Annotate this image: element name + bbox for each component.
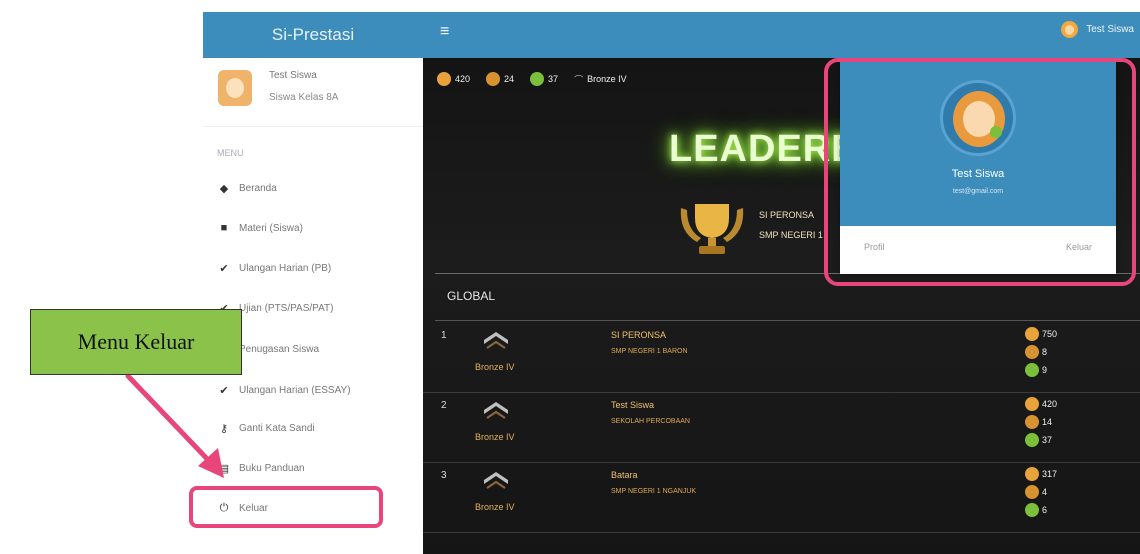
top-user-name: Test Siswa [1086, 24, 1134, 35]
sidebar-user-panel: Test Siswa Siswa Kelas 8A [203, 58, 423, 127]
medal-icon [1025, 485, 1039, 499]
table-row: 2 Bronze IV Test Siswa SEKOLAH PERCOBAAN… [423, 392, 1140, 463]
bronze-rank-icon [484, 472, 508, 489]
stat-rank: ⌒ Bronze IV [574, 74, 627, 85]
dashboard-icon: ◆ [219, 183, 229, 195]
player-scores: 317 4 6 [1025, 466, 1057, 518]
medal-icon [1025, 345, 1039, 359]
app-brand[interactable]: Si-Prestasi [203, 12, 423, 58]
sidebar-header: MENU [217, 148, 244, 158]
user-menu-toggle[interactable]: Test Siswa [1061, 21, 1134, 38]
player-name: SI PERONSA [611, 330, 667, 340]
gem-icon [530, 72, 545, 86]
sidebar-item-ulangan-essay[interactable]: ✔ Ulangan Harian (ESSAY) [217, 384, 350, 397]
top-navbar [423, 12, 1140, 58]
player-name: Test Siswa [611, 400, 655, 410]
avatar [218, 70, 252, 106]
sidebar-item-ulangan-harian[interactable]: ✔ Ulangan Harian (PB) [217, 262, 331, 275]
check-icon: ✔ [219, 263, 229, 275]
annotation-label: Menu Keluar [30, 309, 242, 375]
divider [435, 320, 1140, 321]
coin-icon [437, 72, 451, 86]
coin-icon [1025, 467, 1039, 481]
player-name: Batara [611, 470, 638, 480]
coin-icon [1025, 397, 1039, 411]
player-school: SEKOLAH PERCOBAAN [611, 418, 690, 425]
stat-medals: 24 [486, 72, 514, 86]
school-name: SI PERONSA [759, 210, 815, 220]
sidebar-item-buku-panduan[interactable]: ▤ Buku Panduan [217, 462, 305, 475]
gem-icon [1025, 363, 1039, 377]
key-icon: ⚷ [219, 423, 229, 435]
bronze-rank-icon [484, 332, 508, 349]
avatar [1061, 21, 1079, 38]
highlight-dropdown [824, 58, 1136, 286]
table-row: 1 Bronze IV SI PERONSA SMP NEGERI 1 BARO… [423, 322, 1140, 393]
bronze-rank-icon [484, 402, 508, 419]
highlight-keluar [189, 486, 383, 528]
sidebar-item-ganti-kata-sandi[interactable]: ⚷ Ganti Kata Sandi [217, 422, 315, 435]
tab-global[interactable]: GLOBAL [447, 289, 495, 303]
medal-icon [486, 72, 501, 86]
player-scores: 420 14 37 [1025, 396, 1057, 448]
gem-icon [1025, 433, 1039, 447]
player-scores: 750 8 9 [1025, 326, 1057, 378]
stat-gems: 37 [530, 72, 558, 86]
player-school: SMP NEGERI 1 NGANJUK [611, 488, 697, 495]
sidebar-user-name: Test Siswa [269, 70, 317, 81]
stat-coins: 420 [437, 72, 470, 86]
rank-icon: ⌒ [574, 74, 584, 85]
book-icon: ▤ [218, 463, 230, 475]
gem-icon [1025, 503, 1039, 517]
sidebar-item-materi[interactable]: ■ Materi (Siswa) [217, 222, 303, 234]
user-stats: 420 24 37 ⌒ Bronze IV [437, 72, 627, 86]
player-school: SMP NEGERI 1 BARON [611, 348, 688, 355]
coin-icon [1025, 327, 1039, 341]
sidebar-user-role: Siswa Kelas 8A [269, 92, 339, 103]
check-icon: ✔ [219, 385, 229, 397]
menu-toggle-icon[interactable]: ≡ [440, 24, 449, 40]
sidebar: Test Siswa Siswa Kelas 8A MENU ◆ Beranda … [203, 58, 423, 554]
sidebar-item-beranda[interactable]: ◆ Beranda [217, 182, 277, 195]
table-row: 3 Bronze IV Batara SMP NEGERI 1 NGANJUK … [423, 462, 1140, 533]
folder-icon: ■ [220, 222, 228, 234]
school-subtitle: SMP NEGERI 1 [759, 230, 823, 240]
trophy-icon [680, 204, 744, 254]
medal-icon [1025, 415, 1039, 429]
